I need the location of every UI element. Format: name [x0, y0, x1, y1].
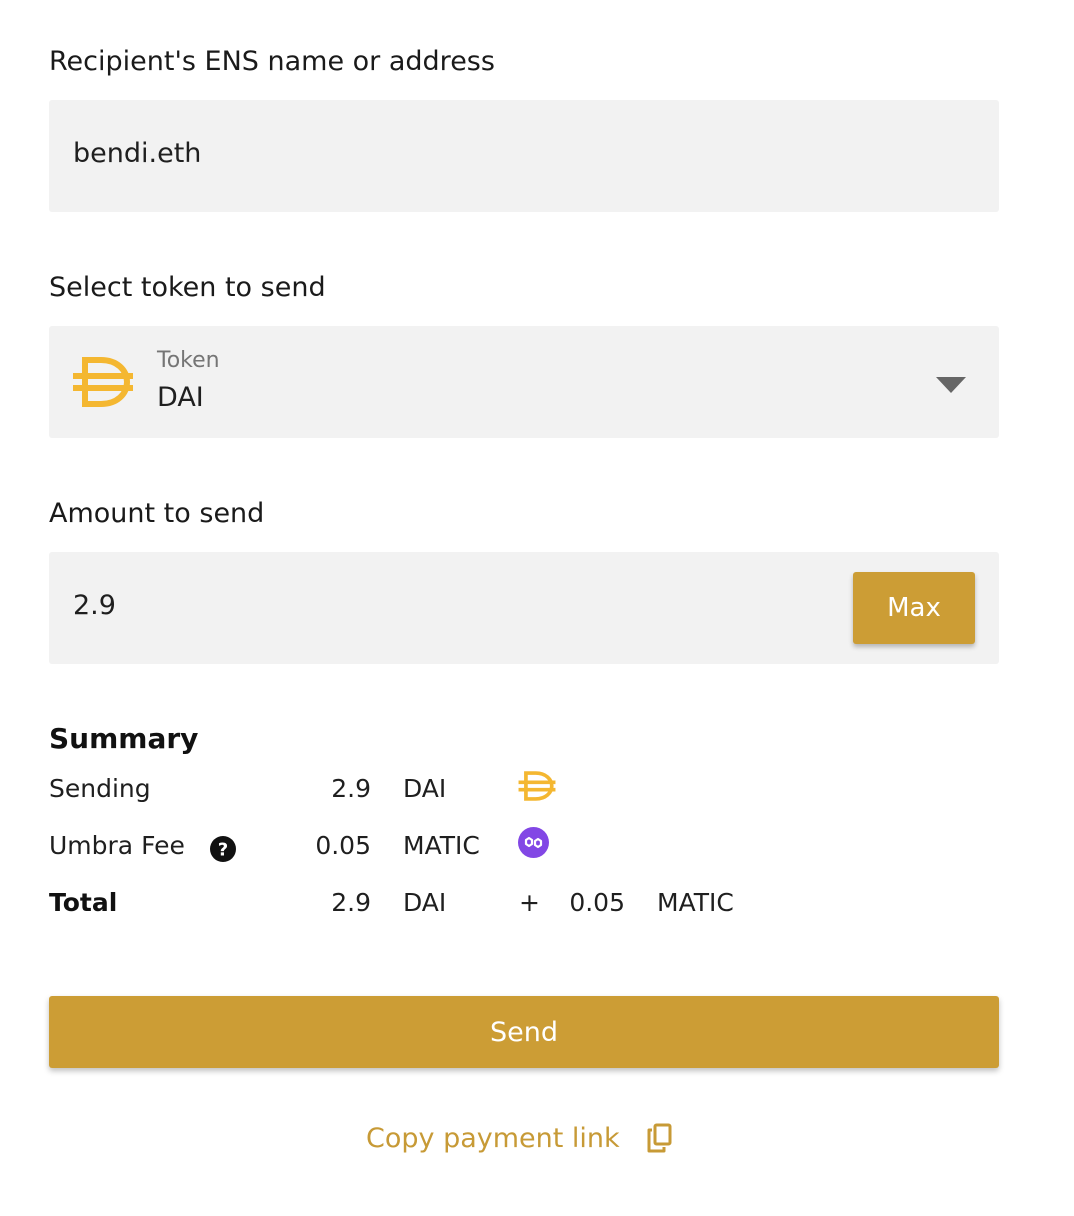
- summary-fee-amount: 0.05: [315, 831, 371, 860]
- summary-fee-unit: MATIC: [403, 831, 480, 860]
- summary-total-label: Total: [49, 888, 118, 917]
- copy-icon[interactable]: [646, 1123, 672, 1153]
- recipient-input-value[interactable]: bendi.eth: [73, 138, 201, 169]
- caret-down-icon[interactable]: [936, 377, 966, 393]
- amount-input[interactable]: 2.9 Max: [49, 552, 999, 664]
- recipient-label: Recipient's ENS name or address: [49, 46, 495, 77]
- dai-icon: [73, 354, 133, 410]
- matic-icon: [518, 827, 549, 858]
- recipient-input[interactable]: bendi.eth: [49, 100, 999, 212]
- copy-payment-link-label[interactable]: Copy payment link: [366, 1123, 620, 1154]
- summary-total-plus: +: [519, 888, 540, 917]
- token-select-label: Select token to send: [49, 272, 326, 303]
- token-caption: Token: [157, 348, 220, 373]
- question-circle-icon[interactable]: ?: [210, 836, 236, 862]
- amount-label: Amount to send: [49, 498, 265, 529]
- summary-total-amount: 2.9: [331, 888, 371, 917]
- summary-sending-amount: 2.9: [331, 774, 371, 803]
- dai-icon: [518, 770, 556, 802]
- token-select[interactable]: Token DAI: [49, 326, 999, 438]
- token-selected-value: DAI: [157, 382, 204, 413]
- send-button[interactable]: Send: [49, 996, 999, 1068]
- summary-sending-unit: DAI: [403, 774, 447, 803]
- summary-title: Summary: [49, 722, 199, 755]
- copy-payment-link[interactable]: Copy payment link: [366, 1118, 672, 1158]
- summary-total-amount2: 0.05: [569, 888, 625, 917]
- summary-total-unit2: MATIC: [657, 888, 734, 917]
- summary-total-unit: DAI: [403, 888, 447, 917]
- summary-sending-label: Sending: [49, 774, 151, 803]
- svg-text:?: ?: [218, 840, 228, 861]
- amount-input-value[interactable]: 2.9: [73, 590, 116, 621]
- summary-fee-label: Umbra Fee: [49, 831, 185, 860]
- max-button[interactable]: Max: [853, 572, 975, 644]
